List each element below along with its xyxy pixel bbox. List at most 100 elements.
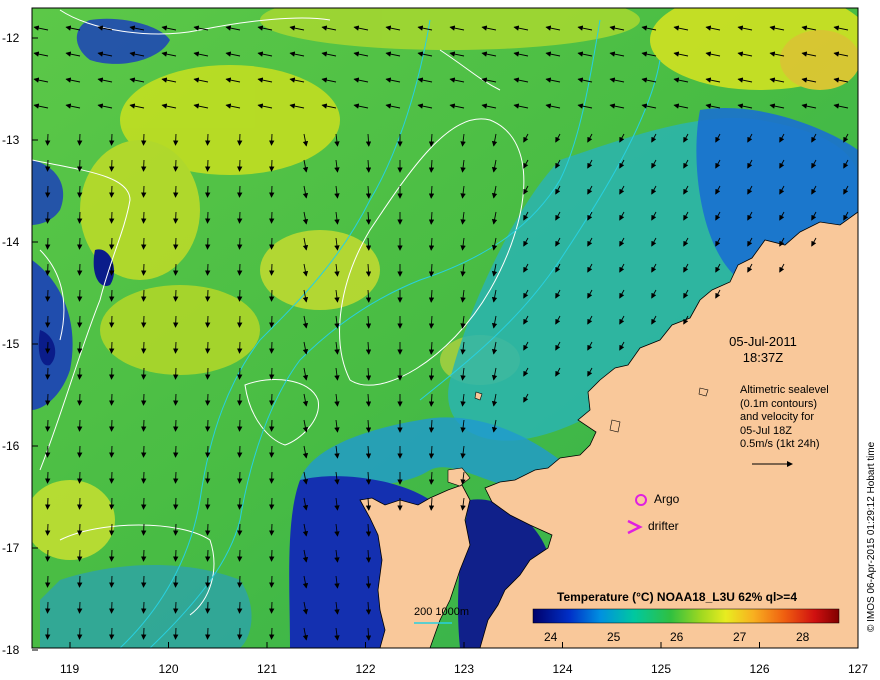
velocity-arrow xyxy=(237,185,243,198)
velocity-arrow xyxy=(173,523,179,536)
velocity-arrow xyxy=(77,263,83,276)
velocity-arrow xyxy=(269,523,275,536)
velocity-arrow xyxy=(77,185,83,198)
velocity-arrow xyxy=(269,289,275,302)
velocity-arrow xyxy=(109,471,115,484)
velocity-arrow xyxy=(237,237,243,250)
velocity-arrow xyxy=(205,133,211,146)
latitude-tick-label: -15 xyxy=(2,337,20,351)
velocity-arrow xyxy=(141,393,147,406)
date-text: 05-Jul-2011 xyxy=(729,334,797,349)
velocity-arrow xyxy=(173,575,179,588)
velocity-arrow xyxy=(109,211,115,224)
velocity-arrow xyxy=(237,445,243,458)
velocity-arrow xyxy=(77,237,83,250)
velocity-arrow xyxy=(205,237,211,250)
velocity-arrow xyxy=(269,601,275,614)
velocity-arrow xyxy=(109,315,115,328)
colorbar-tick-label: 24 xyxy=(544,630,558,644)
velocity-arrow xyxy=(141,471,147,484)
velocity-arrow xyxy=(109,133,115,146)
velocity-arrow xyxy=(237,263,243,276)
velocity-arrow xyxy=(77,419,83,432)
colorbar-tick-label: 28 xyxy=(796,630,810,644)
velocity-arrow xyxy=(77,549,83,562)
longitude-tick-label: 120 xyxy=(158,662,179,676)
colorbar-tick-label: 25 xyxy=(607,630,621,644)
longitude-tick-label: 124 xyxy=(552,662,573,676)
velocity-arrow xyxy=(45,497,51,510)
legend-line: 05-Jul 18Z xyxy=(740,424,792,437)
velocity-arrow xyxy=(45,445,51,458)
velocity-arrow xyxy=(237,367,243,380)
velocity-arrow xyxy=(141,159,147,172)
credit-text: © IMOS 06-Apr-2015 01:29:12 Hobart time xyxy=(866,441,877,632)
velocity-arrow xyxy=(205,627,211,640)
velocity-arrow xyxy=(205,159,211,172)
velocity-arrow xyxy=(205,289,211,302)
velocity-arrow xyxy=(205,445,211,458)
colorbar-tick-label: 26 xyxy=(670,630,684,644)
longitude-tick-label: 126 xyxy=(749,662,770,676)
velocity-arrow xyxy=(141,341,147,354)
longitude-tick-label: 127 xyxy=(848,662,869,676)
velocity-arrow xyxy=(109,549,115,562)
velocity-arrow xyxy=(109,419,115,432)
velocity-arrow xyxy=(205,471,211,484)
velocity-arrow xyxy=(45,601,51,614)
latitude-tick-label: -16 xyxy=(2,439,20,453)
legend-line: 0.5m/s (1kt 24h) xyxy=(740,438,820,450)
velocity-arrow xyxy=(45,133,51,146)
velocity-arrow xyxy=(237,393,243,406)
velocity-arrow xyxy=(269,133,275,146)
velocity-arrow xyxy=(269,367,275,380)
velocity-arrow xyxy=(45,315,51,328)
velocity-arrow xyxy=(269,445,275,458)
velocity-arrow xyxy=(45,471,51,484)
velocity-arrow xyxy=(141,289,147,302)
velocity-arrow xyxy=(141,419,147,432)
velocity-arrow xyxy=(77,133,83,146)
date-time-label: 05-Jul-2011 18:37Z xyxy=(708,334,818,366)
velocity-arrow xyxy=(141,367,147,380)
velocity-arrow xyxy=(237,627,243,640)
velocity-arrow xyxy=(269,237,275,250)
velocity-arrow xyxy=(77,159,83,172)
velocity-arrow xyxy=(205,341,211,354)
velocity-arrow xyxy=(141,185,147,198)
colorbar-title: Temperature (°C) NOAA18_L3U 62% ql>=4 xyxy=(557,590,797,604)
velocity-arrow xyxy=(173,419,179,432)
velocity-arrow xyxy=(237,523,243,536)
velocity-arrow xyxy=(109,497,115,510)
velocity-arrow xyxy=(173,185,179,198)
velocity-arrow xyxy=(173,601,179,614)
velocity-arrow xyxy=(109,601,115,614)
velocity-arrow xyxy=(269,419,275,432)
velocity-arrow xyxy=(205,393,211,406)
velocity-arrow xyxy=(45,185,51,198)
velocity-arrow xyxy=(173,627,179,640)
velocity-arrow xyxy=(45,289,51,302)
velocity-arrow xyxy=(173,367,179,380)
velocity-arrow xyxy=(109,263,115,276)
temperature-colorbar xyxy=(532,608,840,624)
velocity-arrow xyxy=(173,133,179,146)
velocity-arrow xyxy=(45,549,51,562)
velocity-arrow xyxy=(77,341,83,354)
velocity-arrow xyxy=(173,263,179,276)
velocity-arrow xyxy=(141,315,147,328)
velocity-arrow xyxy=(109,159,115,172)
latitude-tick-label: -14 xyxy=(2,235,20,249)
velocity-arrow xyxy=(141,575,147,588)
latitude-tick-label: -12 xyxy=(2,31,20,45)
velocity-arrow xyxy=(141,627,147,640)
velocity-arrow xyxy=(77,315,83,328)
velocity-arrow xyxy=(269,549,275,562)
velocity-arrow xyxy=(109,445,115,458)
velocity-arrow xyxy=(237,159,243,172)
latitude-tick-label: -13 xyxy=(2,133,20,147)
longitude-tick-label: 123 xyxy=(454,662,475,676)
velocity-arrow xyxy=(269,185,275,198)
velocity-arrow xyxy=(77,627,83,640)
velocity-arrow xyxy=(173,471,179,484)
